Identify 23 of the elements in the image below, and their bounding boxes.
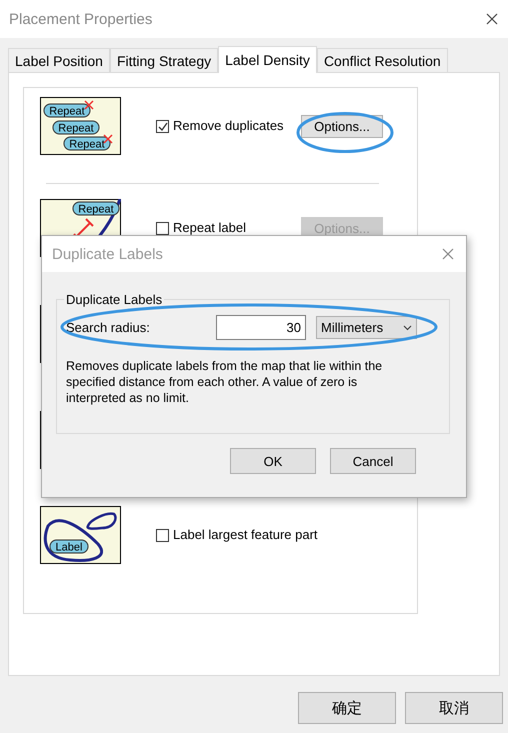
field-label: Search radius: [66,320,151,335]
unit-dropdown[interactable]: Millimeters [316,316,417,339]
option-checkbox[interactable]: Remove duplicates [156,118,284,134]
tab[interactable]: Conflict Resolution [316,48,448,72]
dialog-button[interactable]: 取消 [405,692,503,724]
options-button[interactable]: Options... [301,114,383,138]
description-text: Removes duplicate labels from the map that lie within the specified distance from each other. A value of zero is interpreted as no limit. [66,358,384,406]
dialog-button[interactable]: Cancel [330,448,416,474]
illustration: Label [40,506,121,564]
window-title: Placement Properties [9,10,152,28]
group-title: Duplicate Labels [65,292,164,307]
tab[interactable]: Label Density [218,46,317,73]
tab[interactable]: Label Position [8,48,110,72]
close-icon[interactable] [486,13,498,25]
search-radius-field[interactable]: 30 [216,315,306,340]
check-icon [158,122,168,130]
option-checkbox[interactable]: Repeat label [156,220,246,236]
illustration: Repeat Repeat Repeat [40,97,121,155]
option-checkbox[interactable]: Label largest feature part [156,527,318,543]
dialog-button[interactable]: OK [230,448,316,474]
tab[interactable]: Fitting Strategy [110,48,218,72]
dialog-button[interactable]: 确定 [298,692,396,724]
chevron-icon [403,324,412,330]
